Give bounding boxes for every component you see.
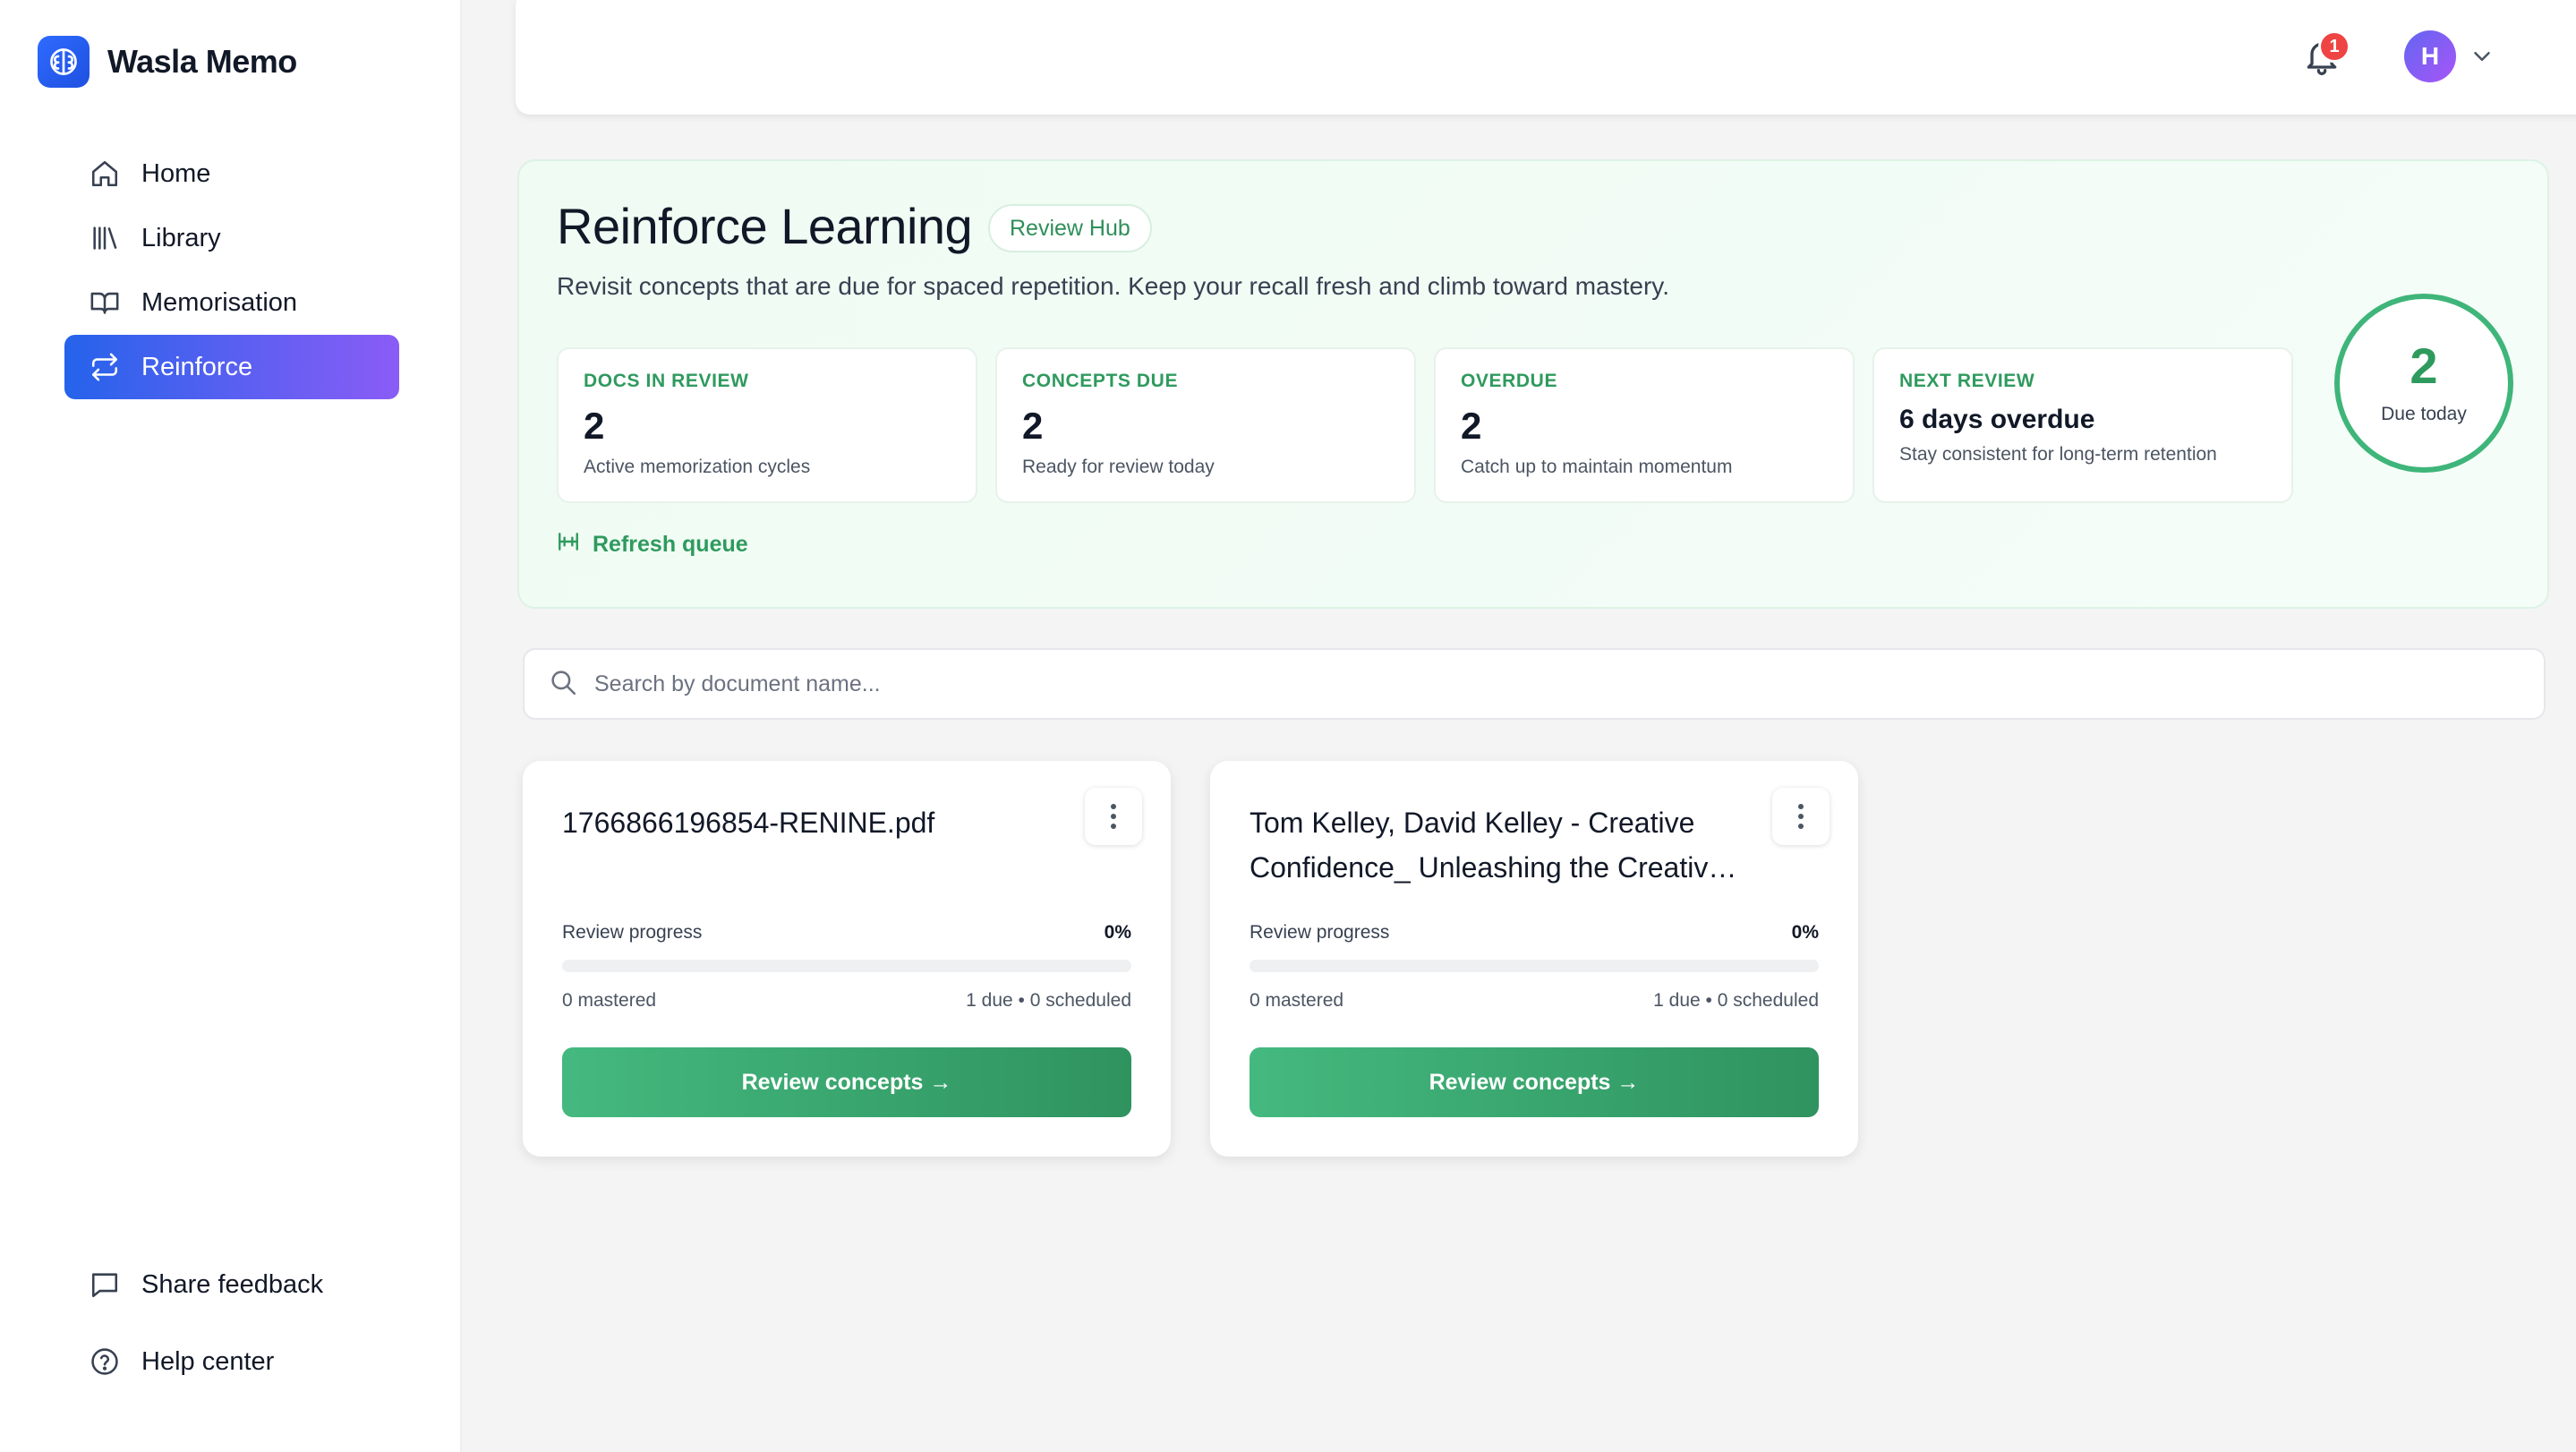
sidebar-item-library[interactable]: Library	[64, 206, 399, 270]
document-card: Tom Kelley, David Kelley - Creative Conf…	[1210, 761, 1858, 1157]
search-input[interactable]	[594, 670, 2544, 697]
stat-label: Docs in review	[584, 371, 749, 391]
document-card: 1766866196854-RENINE.pdf Review progress…	[523, 761, 1171, 1157]
help-circle-icon	[88, 1345, 122, 1379]
brand[interactable]: Wasla Memo	[38, 36, 297, 88]
due-count: 1 due • 0 scheduled	[966, 990, 1131, 1011]
sidebar-item-memorisation[interactable]: Memorisation	[64, 270, 399, 335]
stat-label: Overdue	[1461, 371, 1558, 391]
sidebar-item-home[interactable]: Home	[64, 141, 399, 206]
document-title: 1766866196854-RENINE.pdf	[562, 807, 935, 839]
due-count: 1 due • 0 scheduled	[1653, 990, 1819, 1011]
stat-label: Next review	[1899, 371, 2035, 391]
top-bar	[516, 0, 2576, 115]
progress-label: Review progress	[562, 922, 703, 943]
progress-bar	[562, 960, 1131, 972]
search-icon	[548, 667, 578, 702]
stat-docs-in-review: Docs in review 2 Active memorization cyc…	[557, 347, 977, 503]
sidebar-footer: Share feedback Help center	[64, 1246, 399, 1400]
review-hub-badge: Review Hub	[988, 204, 1152, 252]
refresh-queue-label: Refresh queue	[593, 532, 748, 557]
progress-percent: 0%	[1104, 922, 1131, 943]
home-icon	[88, 157, 122, 191]
more-vertical-icon[interactable]	[1772, 788, 1830, 845]
stat-value: 2	[1461, 405, 1482, 447]
refresh-queue-button[interactable]: Refresh queue	[557, 530, 748, 559]
more-vertical-icon[interactable]	[1085, 788, 1142, 845]
avatar[interactable]: H	[2404, 30, 2456, 82]
review-concepts-button[interactable]: Review concepts →	[1250, 1047, 1819, 1117]
reinforce-hero: Reinforce Learning Review Hub Revisit co…	[517, 159, 2549, 609]
due-today-ring: 2 Due today	[2334, 294, 2513, 473]
due-today-label: Due today	[2381, 404, 2467, 424]
progress-percent: 0%	[1791, 922, 1819, 943]
chevron-down-icon[interactable]	[2469, 43, 2495, 70]
refresh-icon	[557, 530, 580, 559]
main-nav: Home Library Memorisation Reinforce	[64, 141, 399, 399]
stat-label: Concepts due	[1022, 371, 1179, 391]
stat-value: 2	[584, 405, 605, 447]
help-center-link[interactable]: Help center	[64, 1323, 399, 1400]
stat-concepts-due: Concepts due 2 Ready for review today	[995, 347, 1416, 503]
document-title: Tom Kelley, David Kelley - Creative Conf…	[1250, 807, 1725, 884]
message-square-icon	[88, 1268, 122, 1302]
page-subtitle: Revisit concepts that are due for spaced…	[557, 272, 1669, 300]
review-concepts-button[interactable]: Review concepts →	[562, 1047, 1131, 1117]
stat-description: Catch up to maintain momentum	[1461, 457, 1733, 477]
stat-description: Active memorization cycles	[584, 457, 811, 477]
sidebar: Wasla Memo Home Library Memorisation Rei…	[0, 0, 462, 1452]
stat-description: Ready for review today	[1022, 457, 1215, 477]
repeat-icon	[88, 350, 122, 384]
notification-badge: 1	[2318, 30, 2350, 63]
search-bar	[523, 648, 2546, 720]
stat-description: Stay consistent for long-term retention	[1899, 444, 2217, 465]
brain-icon	[38, 36, 90, 88]
sidebar-item-label: Help center	[141, 1346, 275, 1376]
sidebar-item-reinforce[interactable]: Reinforce	[64, 335, 399, 399]
library-icon	[88, 221, 122, 255]
mastered-count: 0 mastered	[562, 990, 657, 1011]
due-today-value: 2	[2410, 337, 2438, 394]
sidebar-item-label: Share feedback	[141, 1269, 324, 1299]
sidebar-item-label: Library	[141, 223, 221, 252]
sidebar-item-label: Reinforce	[141, 352, 253, 381]
stat-overdue: Overdue 2 Catch up to maintain momentum	[1434, 347, 1855, 503]
sidebar-item-label: Memorisation	[141, 287, 298, 317]
brand-name: Wasla Memo	[107, 43, 297, 80]
stat-value: 6 days overdue	[1899, 405, 2095, 434]
stat-next-review: Next review 6 days overdue Stay consiste…	[1872, 347, 2293, 503]
progress-label: Review progress	[1250, 922, 1390, 943]
page-title: Reinforce Learning	[557, 198, 973, 254]
mastered-count: 0 mastered	[1250, 990, 1344, 1011]
progress-bar	[1250, 960, 1819, 972]
sidebar-item-label: Home	[141, 158, 211, 188]
book-open-icon	[88, 286, 122, 320]
stat-value: 2	[1022, 405, 1044, 447]
share-feedback-link[interactable]: Share feedback	[64, 1246, 399, 1323]
